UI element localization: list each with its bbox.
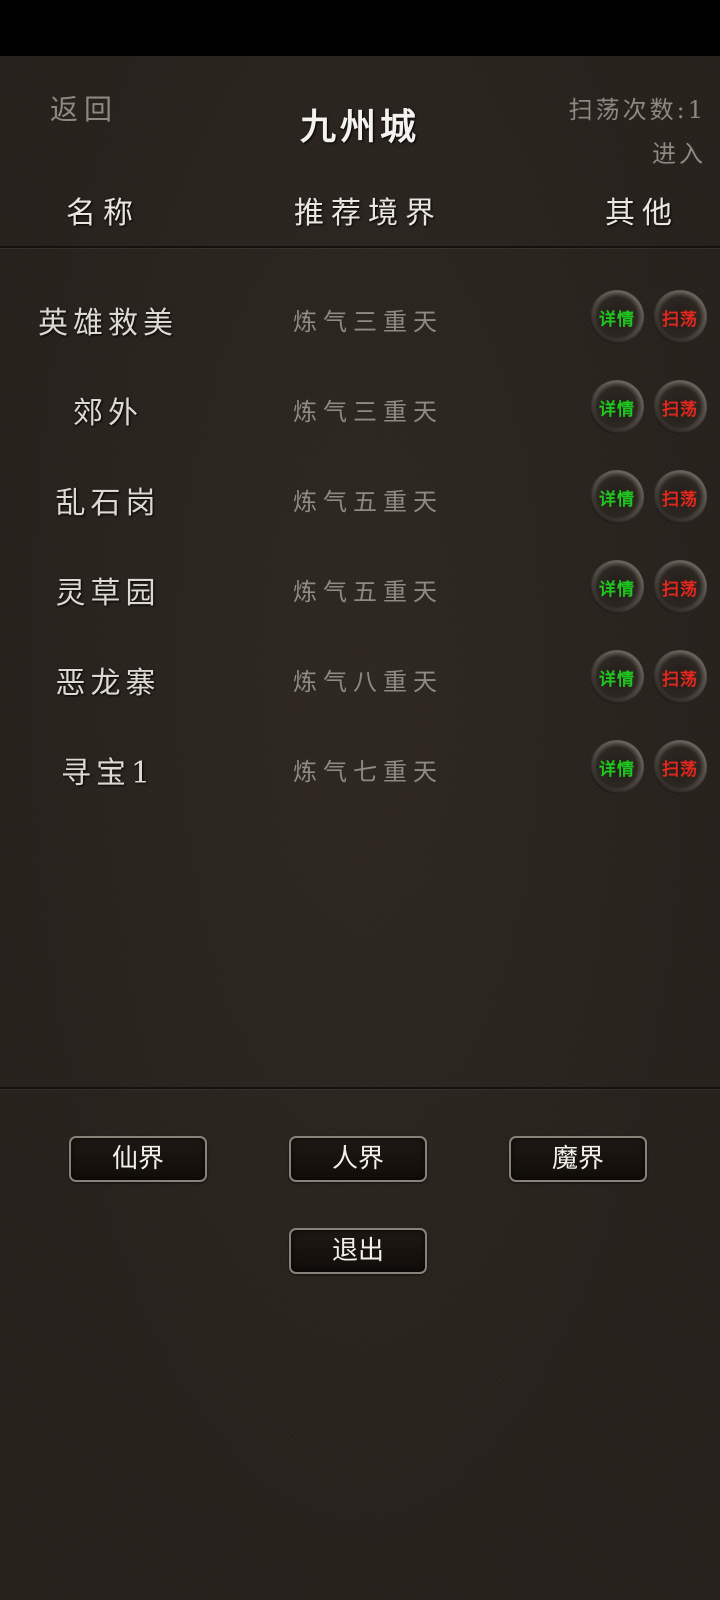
sweep-count-text: 扫荡次数:1 [568, 96, 706, 124]
sweep-button[interactable]: 扫荡 [653, 740, 707, 794]
detail-button[interactable]: 详情 [590, 470, 644, 524]
enter-button[interactable]: 进入 [652, 134, 706, 169]
detail-button[interactable]: 详情 [590, 650, 644, 704]
level-row: 灵草园 炼气五重天 详情 扫荡 [0, 546, 720, 636]
level-recommended-realm: 炼气七重天 [293, 758, 443, 786]
detail-button[interactable]: 详情 [590, 290, 644, 344]
level-recommended-realm: 炼气五重天 [293, 578, 443, 606]
column-header-name: 名称 [66, 196, 140, 231]
detail-button[interactable]: 详情 [590, 380, 644, 434]
column-header-other: 其他 [605, 196, 679, 231]
level-row: 郊外 炼气三重天 详情 扫荡 [0, 366, 720, 456]
level-row: 恶龙寨 炼气八重天 详情 扫荡 [0, 636, 720, 726]
level-name: 英雄救美 [38, 306, 178, 341]
mojie-button[interactable]: 魔界 [509, 1136, 647, 1182]
level-recommended-realm: 炼气五重天 [293, 488, 443, 516]
level-recommended-realm: 炼气八重天 [293, 668, 443, 696]
sweep-button[interactable]: 扫荡 [653, 470, 707, 524]
level-name: 郊外 [73, 396, 143, 431]
sweep-button[interactable]: 扫荡 [653, 560, 707, 614]
level-row: 乱石岗 炼气五重天 详情 扫荡 [0, 456, 720, 546]
level-name: 灵草园 [55, 576, 161, 611]
sweep-button[interactable]: 扫荡 [653, 380, 707, 434]
level-name: 恶龙寨 [55, 666, 161, 701]
detail-button[interactable]: 详情 [590, 560, 644, 614]
exit-button[interactable]: 退出 [289, 1228, 427, 1274]
level-row: 寻宝1 炼气七重天 详情 扫荡 [0, 726, 720, 816]
level-list: 英雄救美 炼气三重天 详情 扫荡 郊外 炼气三重天 详情 扫荡 乱石岗 炼气五重… [0, 276, 720, 816]
footer-divider [0, 1087, 720, 1089]
level-name: 乱石岗 [55, 486, 161, 521]
level-name: 寻宝1 [60, 756, 156, 791]
level-row: 英雄救美 炼气三重天 详情 扫荡 [0, 276, 720, 366]
header-divider [0, 246, 720, 248]
status-bar [0, 0, 720, 56]
column-header-realm: 推荐境界 [294, 196, 442, 231]
level-recommended-realm: 炼气三重天 [293, 308, 443, 336]
level-recommended-realm: 炼气三重天 [293, 398, 443, 426]
renjie-button[interactable]: 人界 [289, 1136, 427, 1182]
xianjie-button[interactable]: 仙界 [69, 1136, 207, 1182]
sweep-button[interactable]: 扫荡 [653, 650, 707, 704]
sweep-button[interactable]: 扫荡 [653, 290, 707, 344]
detail-button[interactable]: 详情 [590, 740, 644, 794]
